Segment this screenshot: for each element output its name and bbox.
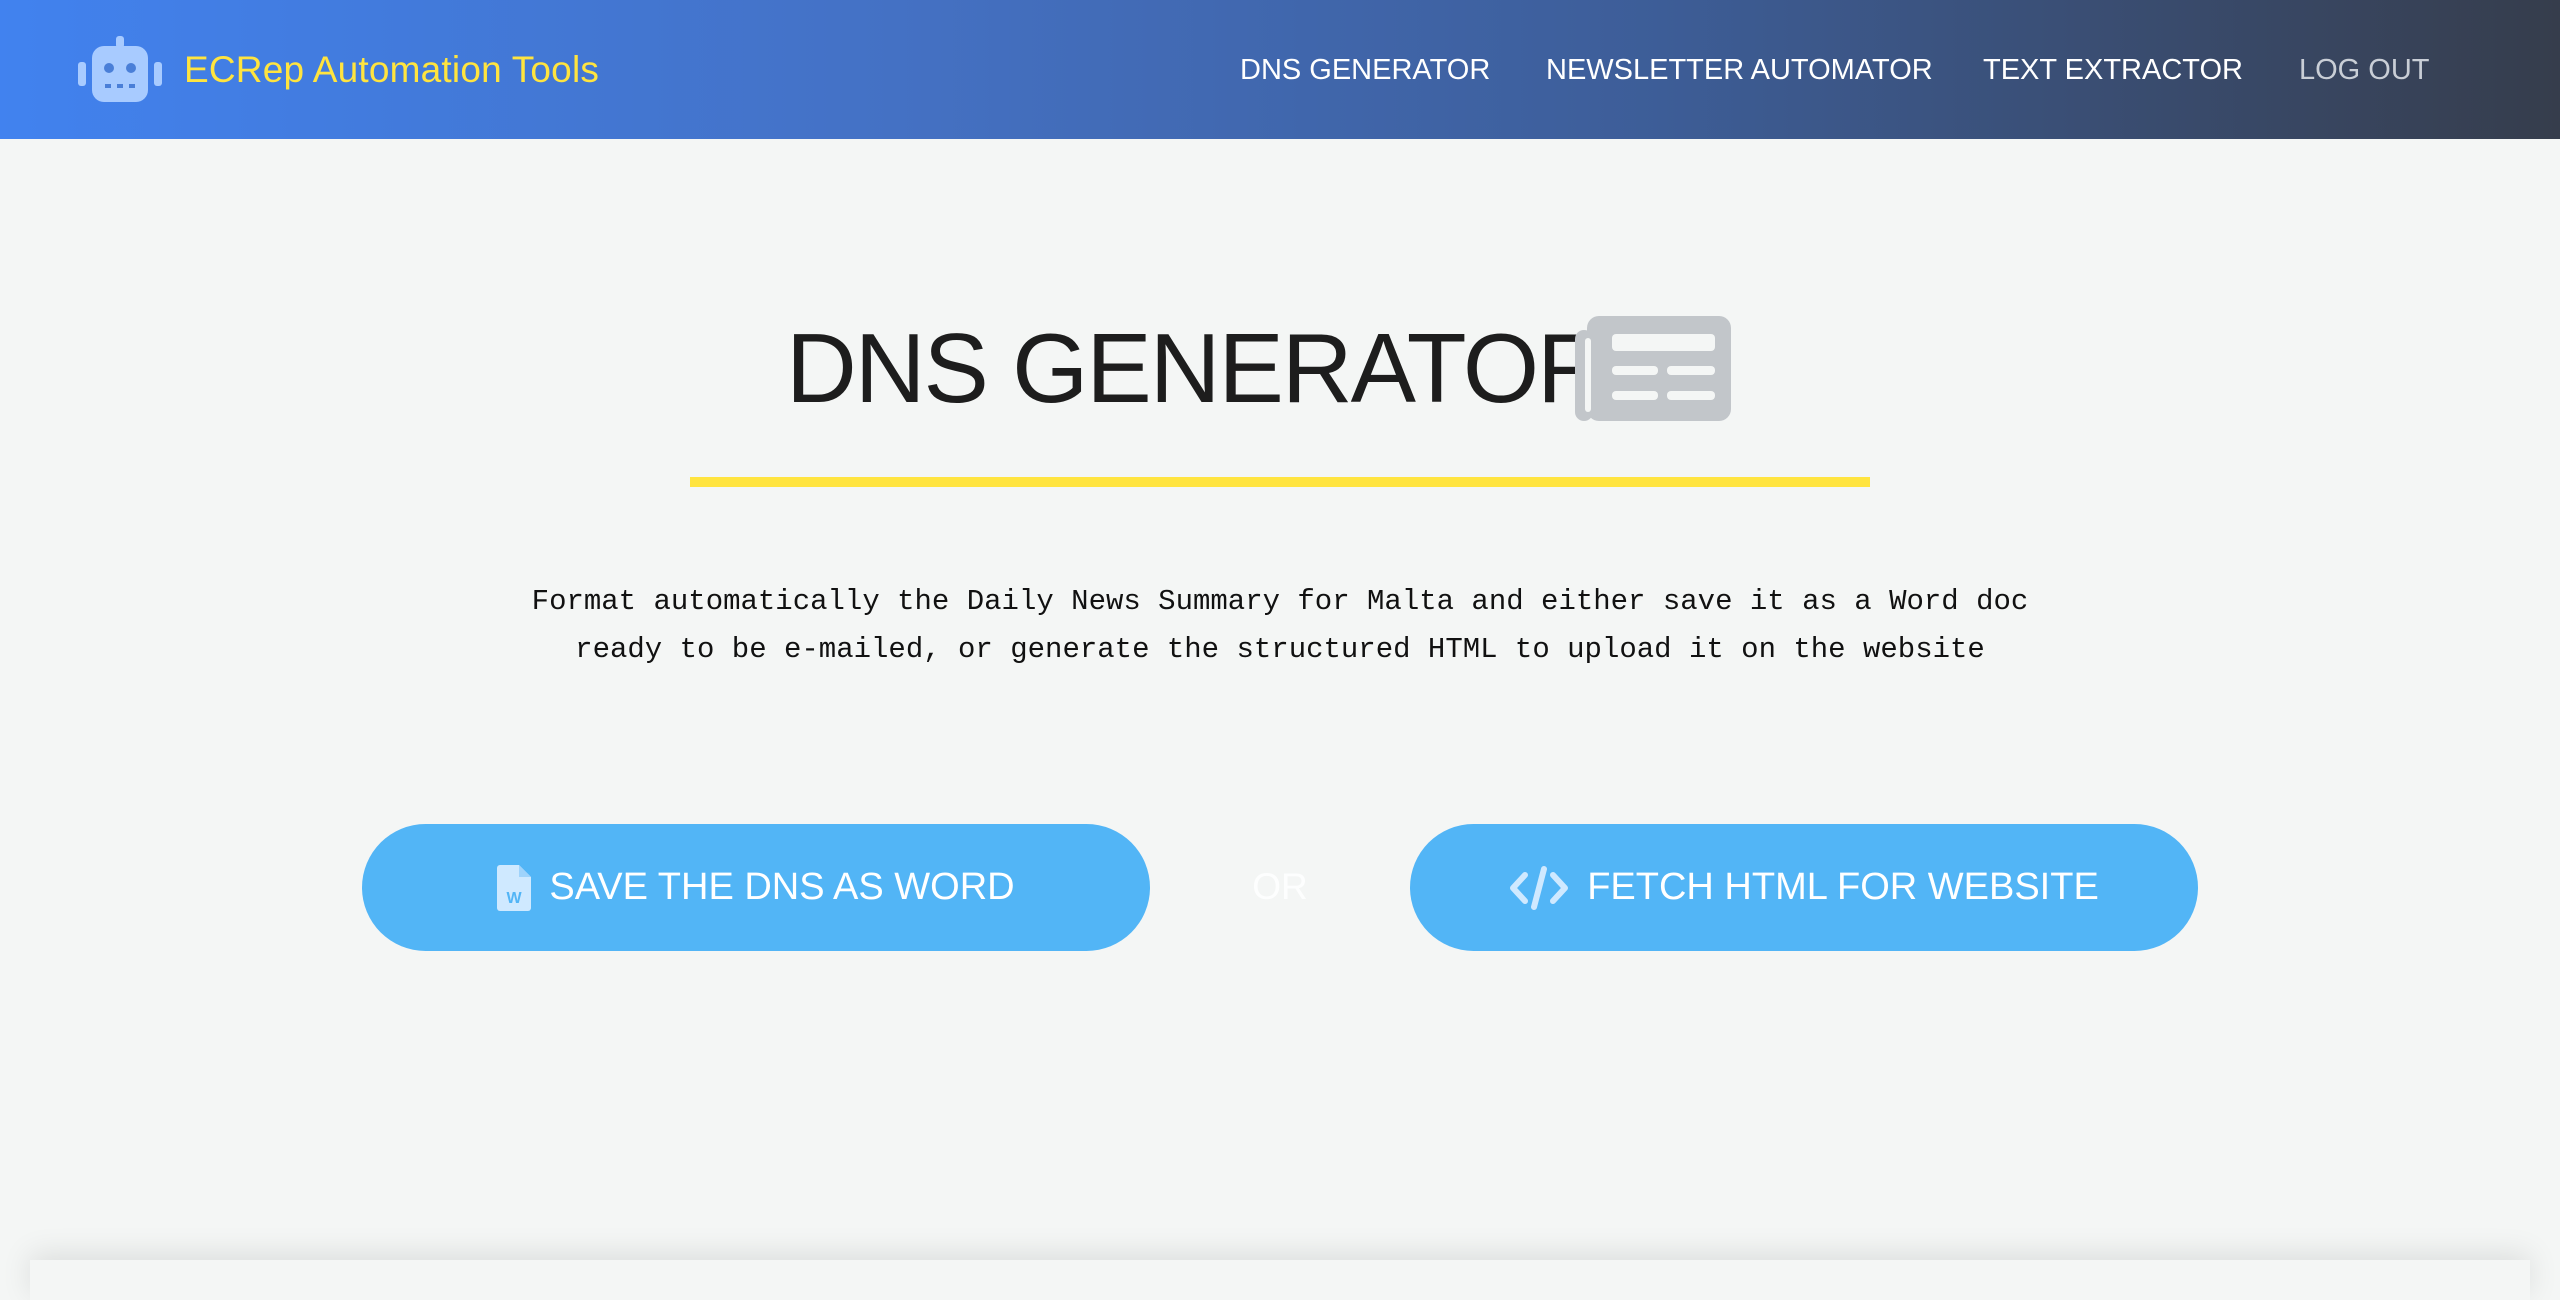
title-underline xyxy=(690,477,1870,487)
nav-log-out[interactable]: LOG OUT xyxy=(2299,50,2430,90)
or-separator: OR xyxy=(1252,866,1308,907)
fetch-html-for-website-button[interactable]: FETCH HTML FOR WEBSITE xyxy=(1410,824,2198,951)
svg-text:W: W xyxy=(507,890,523,907)
fetch-html-for-website-label: FETCH HTML FOR WEBSITE xyxy=(1587,866,2099,908)
save-dns-as-word-label: SAVE THE DNS AS WORD xyxy=(549,866,1015,908)
description-line-2: ready to be e-mailed, or generate the st… xyxy=(575,633,1985,666)
description-line-1: Format automatically the Daily News Summ… xyxy=(531,585,2029,618)
code-icon xyxy=(1510,865,1569,910)
page-title: DNS GENERATOR xyxy=(786,313,1608,423)
save-dns-as-word-button[interactable]: W SAVE THE DNS AS WORD xyxy=(362,824,1150,951)
nav-newsletter-automator[interactable]: NEWSLETTER AUTOMATOR xyxy=(1546,50,1933,90)
page-description: Format automatically the Daily News Summ… xyxy=(0,578,2560,674)
top-navbar: ECRep Automation Tools DNS GENERATOR NEW… xyxy=(0,0,2560,139)
nav-text-extractor[interactable]: TEXT EXTRACTOR xyxy=(1983,50,2243,90)
nav-links: DNS GENERATOR NEWSLETTER AUTOMATOR TEXT … xyxy=(0,50,2560,90)
nav-dns-generator[interactable]: DNS GENERATOR xyxy=(1240,50,1490,90)
newspaper-icon xyxy=(1575,316,1731,421)
bottom-edge xyxy=(30,1260,2530,1300)
word-file-icon: W xyxy=(497,864,532,911)
title-row: DNS GENERATOR xyxy=(0,300,2560,440)
